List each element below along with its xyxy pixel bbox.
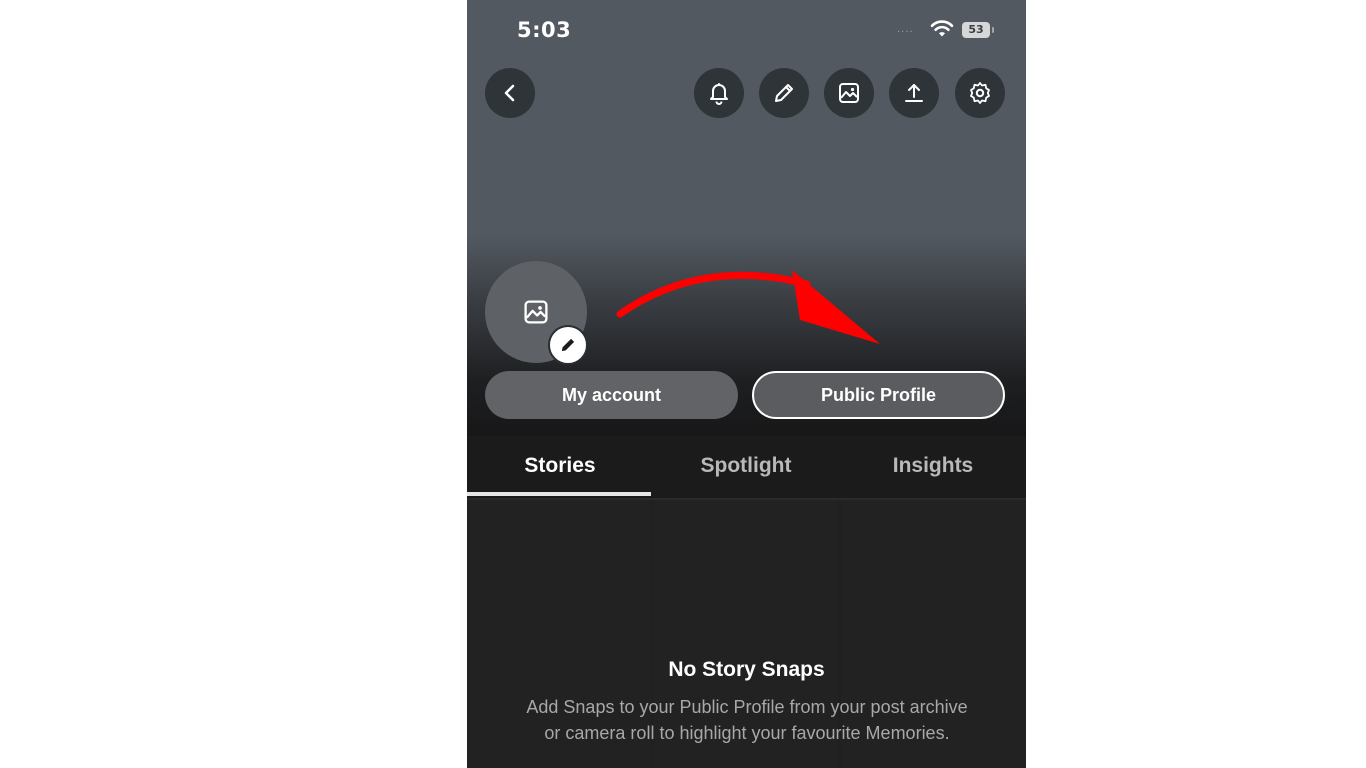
tab-spotlight[interactable]: Spotlight [653, 436, 839, 496]
wifi-icon [930, 20, 954, 42]
gear-icon [970, 82, 990, 104]
signal-strength-icon: .... [897, 24, 914, 35]
pencil-icon [561, 338, 575, 352]
profile-tabs: Stories Spotlight Insights [467, 436, 1026, 500]
avatar-edit-button[interactable] [548, 325, 588, 365]
empty-state-description: Add Snaps to your Public Profile from yo… [526, 697, 968, 743]
empty-state-title: No Story Snaps [668, 658, 825, 681]
share-button[interactable] [889, 68, 939, 118]
public-profile-button[interactable]: Public Profile [752, 371, 1005, 419]
back-button[interactable] [485, 68, 535, 118]
my-account-button[interactable]: My account [485, 371, 738, 419]
share-upload-icon [905, 84, 923, 102]
tab-insights[interactable]: Insights [840, 436, 1026, 496]
image-icon [524, 300, 548, 324]
bell-icon [710, 83, 728, 105]
battery-indicator: 53 [962, 22, 994, 38]
pencil-icon [775, 84, 793, 102]
tab-stories[interactable]: Stories [467, 436, 653, 496]
annotation-arrow [616, 270, 880, 344]
active-tab-indicator [467, 492, 651, 496]
back-chevron-icon [504, 84, 515, 102]
phone-screen: 5:03 .... 53 My account Public Profile S… [467, 0, 1026, 768]
change-background-button[interactable] [824, 68, 874, 118]
image-icon [839, 83, 859, 103]
notifications-button[interactable] [694, 68, 744, 118]
edit-button[interactable] [759, 68, 809, 118]
status-time: 5:03 [517, 18, 572, 42]
settings-button[interactable] [955, 68, 1005, 118]
